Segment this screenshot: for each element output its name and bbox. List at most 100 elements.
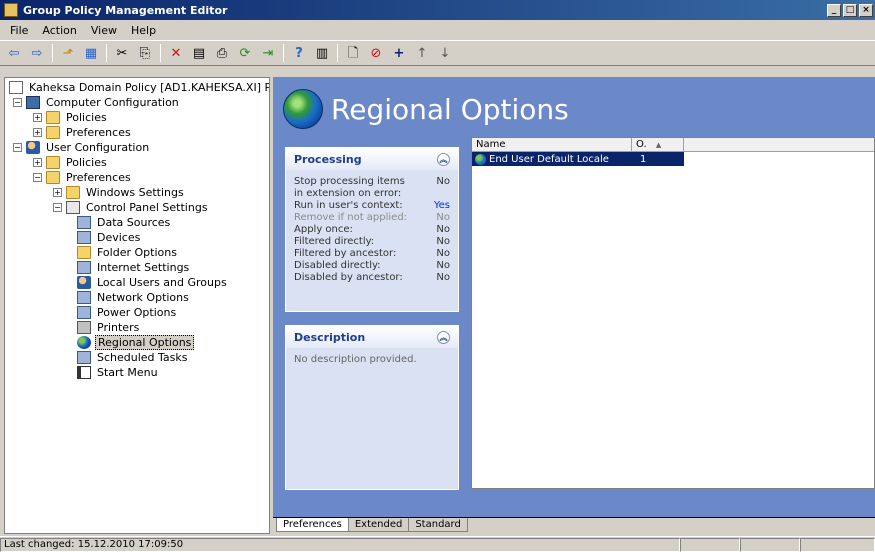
- tree-item-label: Regional Options: [95, 335, 195, 350]
- tree-item-computer-preferences[interactable]: + Preferences: [33, 125, 133, 140]
- tree-item-regional-options[interactable]: Regional Options: [77, 335, 195, 350]
- list-item[interactable]: End User Default Locale 1: [472, 152, 684, 166]
- list-item-order: 1: [640, 153, 647, 165]
- tree-item-label: User Configuration: [46, 141, 150, 154]
- scheduled-tasks-icon: [77, 351, 91, 364]
- tree-item-computer-policies[interactable]: + Policies: [33, 110, 109, 125]
- delete-icon[interactable]: ✕: [166, 43, 186, 63]
- column-header-name[interactable]: Name: [472, 138, 632, 151]
- tree-pane[interactable]: Kaheksa Domain Policy [AD1.KAHEKSA.XI] P…: [4, 77, 270, 534]
- description-heading: Description: [294, 330, 366, 344]
- tab-standard[interactable]: Standard: [408, 518, 468, 532]
- title-bar: Group Policy Management Editor _ □ ×: [0, 0, 875, 20]
- collapse-icon[interactable]: −: [13, 98, 22, 107]
- collapse-chevron-icon[interactable]: ︽: [437, 152, 450, 166]
- tree-item-root[interactable]: Kaheksa Domain Policy [AD1.KAHEKSA.XI] P…: [9, 80, 269, 95]
- tree-item-computer-configuration[interactable]: − Computer Configuration: [13, 95, 181, 110]
- add-icon[interactable]: +: [389, 43, 409, 63]
- property-label: Filtered directly:: [294, 236, 375, 247]
- globe-icon: [77, 336, 91, 349]
- property-row: Filtered by ancestor: No: [294, 248, 450, 260]
- tree-item-control-panel-settings[interactable]: − Control Panel Settings: [53, 200, 210, 215]
- local-users-icon: [77, 276, 91, 289]
- expand-icon[interactable]: +: [33, 128, 42, 137]
- expand-icon[interactable]: +: [33, 158, 42, 167]
- properties-icon[interactable]: ▤: [189, 43, 209, 63]
- tree-item-scheduled-tasks[interactable]: Scheduled Tasks: [77, 350, 190, 365]
- tab-preferences[interactable]: Preferences: [276, 518, 349, 532]
- status-panel: [680, 537, 740, 552]
- details-icon[interactable]: ▥: [312, 43, 332, 63]
- tree-item-windows-settings[interactable]: + Windows Settings: [53, 185, 186, 200]
- tree-item-label: Devices: [97, 231, 141, 244]
- tree-item-power-options[interactable]: Power Options: [77, 305, 178, 320]
- cut-icon[interactable]: ✂: [112, 43, 132, 63]
- collapse-chevron-icon[interactable]: ︽: [437, 330, 450, 344]
- tree-item-internet-settings[interactable]: Internet Settings: [77, 260, 191, 275]
- collapse-icon[interactable]: −: [53, 203, 62, 212]
- status-bar: Last changed: 15.12.2010 17:09:50: [0, 536, 875, 552]
- folder-icon: [46, 171, 60, 184]
- tree-item-local-users-and-groups[interactable]: Local Users and Groups: [77, 275, 229, 290]
- tree-item-user-policies[interactable]: + Policies: [33, 155, 109, 170]
- property-row: Run in user's context: Yes: [294, 200, 450, 212]
- menu-view[interactable]: View: [85, 22, 123, 39]
- property-label: Disabled by ancestor:: [294, 272, 403, 283]
- property-value: No: [436, 248, 450, 259]
- move-down-icon[interactable]: ↓: [435, 43, 455, 63]
- collapse-icon[interactable]: −: [33, 173, 42, 182]
- maximize-button[interactable]: □: [843, 3, 857, 17]
- folder-icon: [66, 186, 80, 199]
- tree-item-data-sources[interactable]: Data Sources: [77, 215, 172, 230]
- page-header: Regional Options: [283, 89, 569, 129]
- tree-item-label: Start Menu: [97, 366, 158, 379]
- network-options-icon: [77, 291, 91, 304]
- back-icon[interactable]: ⇦: [4, 43, 24, 63]
- tree-item-user-preferences[interactable]: − Preferences: [33, 170, 133, 185]
- menu-help[interactable]: Help: [125, 22, 162, 39]
- copy-icon[interactable]: ⎘: [135, 43, 155, 63]
- refresh-icon[interactable]: ⟳: [235, 43, 255, 63]
- expand-icon[interactable]: +: [33, 113, 42, 122]
- tree-item-user-configuration[interactable]: − User Configuration: [13, 140, 151, 155]
- new-icon[interactable]: 🗋: [343, 43, 363, 63]
- tree-item-printers[interactable]: Printers: [77, 320, 141, 335]
- processing-panel-header[interactable]: Processing ︽: [286, 148, 458, 170]
- property-value: No: [436, 224, 450, 235]
- status-text: Last changed: 15.12.2010 17:09:50: [0, 537, 680, 552]
- export-icon[interactable]: ⇥: [258, 43, 278, 63]
- property-row: Apply once: No: [294, 224, 450, 236]
- toolbar-separator: [337, 44, 338, 62]
- expand-icon[interactable]: +: [53, 188, 62, 197]
- show-hide-tree-icon[interactable]: ▦: [81, 43, 101, 63]
- property-value: Yes: [433, 200, 450, 211]
- window-title: Group Policy Management Editor: [23, 3, 228, 17]
- tree-item-start-menu[interactable]: Start Menu: [77, 365, 160, 380]
- column-header-order-label: O.: [636, 139, 647, 150]
- forward-icon[interactable]: ⇨: [27, 43, 47, 63]
- close-button[interactable]: ×: [859, 3, 873, 17]
- menu-action[interactable]: Action: [36, 22, 82, 39]
- tab-extended[interactable]: Extended: [347, 518, 410, 532]
- column-header-order[interactable]: O. ▲: [632, 138, 684, 151]
- tree-item-network-options[interactable]: Network Options: [77, 290, 191, 305]
- sort-ascending-icon: ▲: [655, 141, 662, 149]
- disable-icon[interactable]: ⊘: [366, 43, 386, 63]
- tree-item-folder-options[interactable]: Folder Options: [77, 245, 179, 260]
- users-icon: [26, 141, 40, 154]
- property-value: No: [436, 260, 450, 271]
- help-icon[interactable]: ?: [289, 43, 309, 63]
- property-row: Disabled directly: No: [294, 260, 450, 272]
- description-panel-header[interactable]: Description ︽: [286, 326, 458, 348]
- items-list-view[interactable]: Name O. ▲ End User Default Locale 1: [471, 137, 875, 489]
- property-label: Stop processing items in extension on er…: [294, 176, 405, 199]
- tree-item-devices[interactable]: Devices: [77, 230, 142, 245]
- print-icon[interactable]: ⎙: [212, 43, 232, 63]
- view-tabs: Preferences Extended Standard: [273, 517, 875, 534]
- move-up-icon[interactable]: ↑: [412, 43, 432, 63]
- up-icon[interactable]: ⬏: [58, 43, 78, 63]
- minimize-button[interactable]: _: [827, 3, 841, 17]
- collapse-icon[interactable]: −: [13, 143, 22, 152]
- menu-file[interactable]: File: [4, 22, 34, 39]
- power-options-icon: [77, 306, 91, 319]
